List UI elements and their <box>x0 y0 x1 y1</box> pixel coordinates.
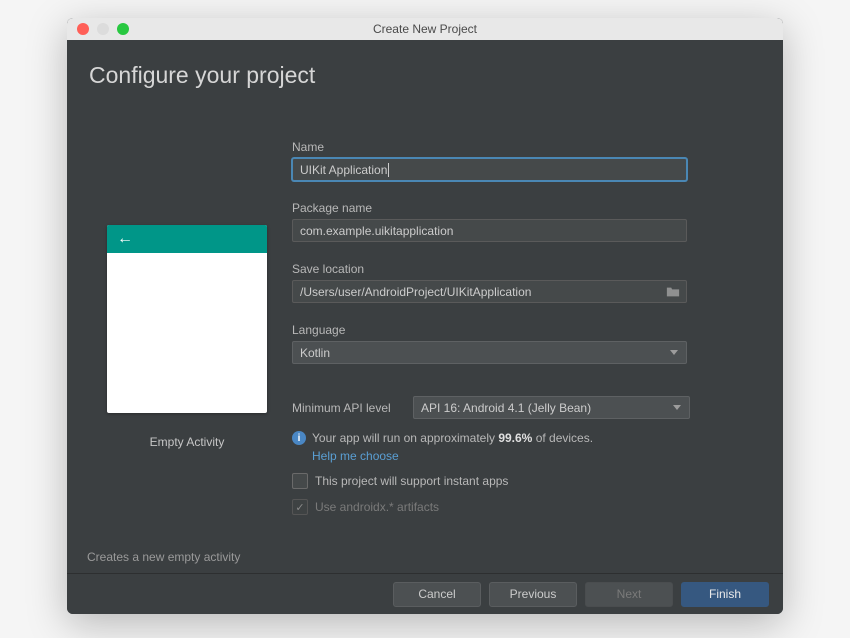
traffic-lights <box>77 23 129 35</box>
dialog-body: Configure your project ← Empty Activity … <box>67 40 783 614</box>
name-input-value: UIKit Application <box>300 163 387 177</box>
titlebar[interactable]: Create New Project <box>67 18 783 40</box>
save-location-input[interactable]: /Users/user/AndroidProject/UIKitApplicat… <box>292 280 687 303</box>
api-level-value: API 16: Android 4.1 (Jelly Bean) <box>421 401 591 415</box>
save-location-value: /Users/user/AndroidProject/UIKitApplicat… <box>300 285 531 299</box>
instant-apps-checkbox[interactable] <box>292 473 308 489</box>
save-location-label: Save location <box>292 262 758 276</box>
dialog-footer: Cancel Previous Next Finish <box>67 573 783 614</box>
package-name-value: com.example.uikitapplication <box>300 224 453 238</box>
instant-apps-checkbox-row[interactable]: This project will support instant apps <box>292 473 758 489</box>
browse-folder-icon[interactable] <box>666 285 680 299</box>
api-level-label: Minimum API level <box>292 401 405 415</box>
api-level-row: Minimum API level API 16: Android 4.1 (J… <box>292 396 758 419</box>
api-level-select[interactable]: API 16: Android 4.1 (Jelly Bean) <box>413 396 690 419</box>
chevron-down-icon <box>670 350 678 355</box>
language-select[interactable]: Kotlin <box>292 341 687 364</box>
page-title: Configure your project <box>89 62 315 89</box>
previous-button[interactable]: Previous <box>489 582 577 607</box>
window-title: Create New Project <box>67 22 783 36</box>
language-value: Kotlin <box>300 346 330 360</box>
cancel-button[interactable]: Cancel <box>393 582 481 607</box>
name-label: Name <box>292 140 758 154</box>
close-icon[interactable] <box>77 23 89 35</box>
device-coverage-info: i Your app will run on approximately 99.… <box>292 431 758 445</box>
language-label: Language <box>292 323 758 337</box>
package-name-input[interactable]: com.example.uikitapplication <box>292 219 687 242</box>
phone-appbar: ← <box>107 225 267 253</box>
finish-button[interactable]: Finish <box>681 582 769 607</box>
template-label: Empty Activity <box>107 435 267 449</box>
androidx-checkbox-row: ✓ Use androidx.* artifacts <box>292 499 758 515</box>
device-coverage-text: Your app will run on approximately 99.6%… <box>312 431 593 445</box>
instant-apps-label: This project will support instant apps <box>315 474 508 488</box>
minimize-icon[interactable] <box>97 23 109 35</box>
package-name-label: Package name <box>292 201 758 215</box>
form: Name UIKit Application Package name com.… <box>292 140 758 515</box>
help-me-choose-link[interactable]: Help me choose <box>312 449 758 463</box>
next-button: Next <box>585 582 673 607</box>
chevron-down-icon <box>673 405 681 410</box>
info-icon: i <box>292 431 306 445</box>
template-description: Creates a new empty activity <box>87 550 240 564</box>
dialog-window: Create New Project Configure your projec… <box>67 18 783 614</box>
zoom-icon[interactable] <box>117 23 129 35</box>
name-input[interactable]: UIKit Application <box>292 158 687 181</box>
back-arrow-icon: ← <box>117 230 133 248</box>
phone-thumbnail: ← <box>107 225 267 413</box>
text-cursor <box>388 163 389 177</box>
androidx-checkbox: ✓ <box>292 499 308 515</box>
template-preview: ← Empty Activity <box>107 225 267 449</box>
androidx-label: Use androidx.* artifacts <box>315 500 439 514</box>
